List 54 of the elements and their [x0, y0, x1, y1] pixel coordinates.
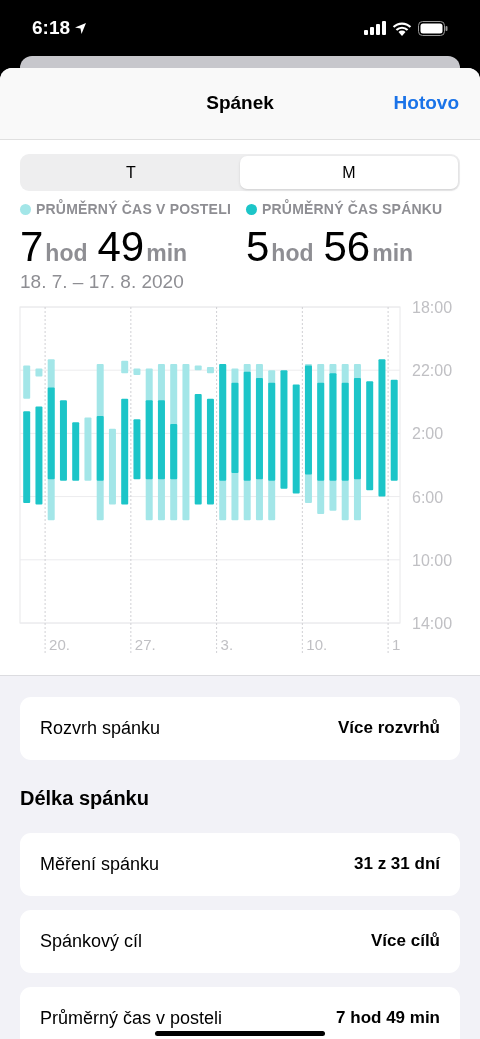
wifi-icon — [392, 20, 412, 36]
stat-unit: min — [372, 239, 414, 268]
stat-value: 5 — [246, 224, 270, 270]
signal-icon — [364, 21, 386, 35]
stat-value: 49 — [97, 224, 145, 270]
axis-label: 10:00 — [412, 551, 453, 569]
list-row[interactable]: Spánkový cíl Více cílů — [20, 909, 460, 973]
stat-unit: min — [146, 239, 188, 268]
sleep-bar — [72, 421, 80, 481]
row-value: 31 z 31 dní — [354, 853, 440, 876]
sleep-bar — [35, 368, 43, 376]
sleep-bar — [121, 360, 129, 373]
axis-label: 1 — [392, 635, 401, 653]
schedule-card[interactable]: Rozvrh spánku Více rozvrhů — [20, 696, 460, 760]
section-title: Délka spánku — [20, 785, 150, 811]
stat-label: PRŮMĚRNÝ ČAS SPÁNKU — [262, 199, 443, 219]
schedule-label: Rozvrh spánku — [40, 716, 161, 740]
schedule-value: Více rozvrhů — [337, 717, 440, 740]
status-time: 6:18 — [32, 15, 71, 40]
sleep-bar — [133, 368, 141, 375]
row-label: Spánkový cíl — [40, 929, 143, 953]
axis-label: 10. — [306, 635, 328, 653]
sleep-bar — [84, 417, 92, 481]
date-range: 18. 7. – 17. 8. 2020 — [19, 270, 185, 293]
segment-tab[interactable]: M — [240, 156, 458, 189]
axis-label: 27. — [134, 635, 156, 653]
row-label: Měření spánku — [40, 852, 160, 876]
row-value: Více cílů — [371, 930, 440, 953]
sleep-bar — [133, 418, 141, 479]
stat-unit: hod — [45, 239, 88, 268]
axis-label: 2:00 — [412, 424, 444, 442]
row-label: Průměrný čas v posteli — [40, 1006, 223, 1030]
row-value: 7 hod 49 min — [336, 1007, 440, 1030]
stat-label: PRŮMĚRNÝ ČAS V POSTELI — [36, 199, 231, 219]
battery-icon — [418, 20, 448, 36]
axis-label: 18:00 — [412, 298, 453, 316]
home-indicator[interactable] — [155, 1031, 325, 1036]
segment-tab[interactable]: T — [22, 156, 240, 189]
axis-label: 22:00 — [412, 361, 453, 379]
list-row[interactable]: Měření spánku 31 z 31 dní — [20, 832, 460, 896]
sleep-bar — [194, 364, 202, 370]
location-icon — [74, 21, 88, 35]
axis-label: 20. — [49, 635, 70, 653]
axis-label: 3. — [220, 635, 234, 653]
axis-label: 6:00 — [412, 488, 444, 506]
list-row[interactable]: Průměrný čas v posteli 7 hod 49 min — [20, 986, 460, 1039]
sheet-title: Spánek — [206, 91, 274, 116]
stat-value: 56 — [323, 224, 371, 270]
sleep-bar — [206, 366, 214, 373]
done-button[interactable]: Hotovo — [393, 89, 459, 118]
stat-value: 7 — [20, 224, 44, 270]
sleep-bar — [23, 364, 31, 399]
stat-unit: hod — [271, 239, 314, 268]
axis-label: 14:00 — [412, 614, 453, 632]
